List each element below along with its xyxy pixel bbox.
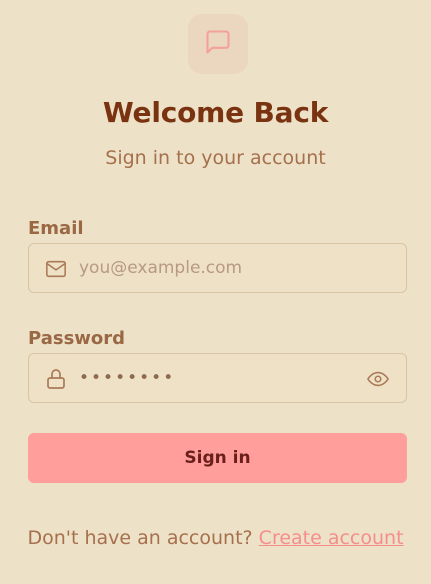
email-input[interactable]: [79, 244, 379, 292]
page-title: Welcome Back: [102, 96, 329, 129]
password-input[interactable]: [79, 354, 379, 402]
signup-prompt: Don't have an account? Create account: [0, 527, 431, 549]
password-label: Password: [28, 328, 126, 349]
email-label: Email: [28, 218, 84, 239]
sign-in-button[interactable]: Sign in: [28, 433, 407, 483]
signup-prompt-text: Don't have an account?: [27, 527, 253, 549]
create-account-link[interactable]: Create account: [259, 527, 404, 549]
password-field[interactable]: [28, 353, 407, 403]
page-subtitle: Sign in to your account: [105, 147, 326, 169]
lock-icon: [43, 366, 69, 392]
logo-badge: [188, 14, 248, 74]
email-field[interactable]: [28, 243, 407, 293]
eye-icon[interactable]: [364, 366, 392, 392]
chat-bubble-icon: [204, 28, 232, 60]
mail-icon: [43, 256, 69, 282]
